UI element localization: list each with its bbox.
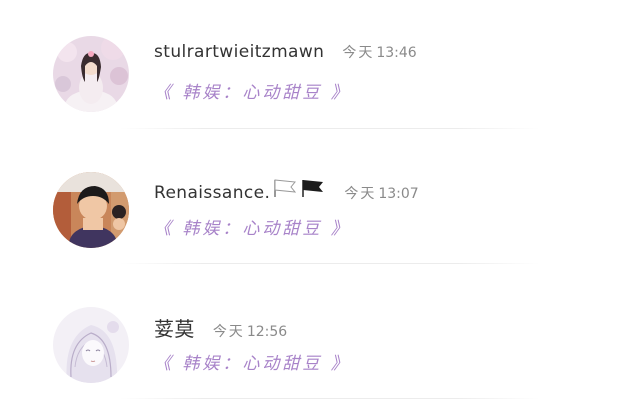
timestamp: 13:07 bbox=[378, 186, 419, 202]
user-avatar[interactable] bbox=[53, 172, 129, 248]
entry-header: 荽莫 今天 12:56 bbox=[154, 313, 287, 342]
username[interactable]: stulrartwieitzmawn bbox=[154, 42, 324, 62]
divider bbox=[120, 398, 540, 399]
entry-header: Renaissance. 今天 13:07 bbox=[154, 178, 419, 203]
date-label: 今天 bbox=[212, 324, 245, 340]
boy-selfie-avatar bbox=[53, 172, 129, 248]
girl-in-floral-garden-avatar bbox=[53, 36, 129, 112]
feed-entry: Renaissance. 今天 13:07 《 韩娱：心动甜豆 》 bbox=[0, 136, 640, 248]
feed-entry: 荽莫 今天 12:56 《 韩娱：心动甜豆 》 bbox=[0, 271, 640, 383]
date-label: 今天 bbox=[342, 45, 375, 61]
username[interactable]: Renaissance. bbox=[154, 183, 270, 203]
comment-feed: stulrartwieitzmawn 今天 13:46 《 韩娱：心动甜豆 》 … bbox=[0, 0, 640, 402]
date-label: 今天 bbox=[344, 186, 377, 202]
entry-header: stulrartwieitzmawn 今天 13:46 bbox=[154, 42, 417, 62]
black-flag-icon bbox=[302, 180, 324, 197]
group-link[interactable]: 《 韩娱：心动甜豆 》 bbox=[154, 78, 351, 103]
timestamp: 13:46 bbox=[376, 45, 417, 61]
user-avatar[interactable] bbox=[53, 36, 129, 112]
group-link[interactable]: 《 韩娱：心动甜豆 》 bbox=[154, 214, 351, 239]
white-flag-icon bbox=[274, 179, 297, 197]
group-link[interactable]: 《 韩娱：心动甜豆 》 bbox=[154, 349, 351, 374]
username[interactable]: 荽莫 bbox=[154, 313, 195, 342]
anime-sketch-girl-avatar bbox=[53, 307, 129, 383]
user-avatar[interactable] bbox=[53, 307, 129, 383]
feed-entry: stulrartwieitzmawn 今天 13:46 《 韩娱：心动甜豆 》 bbox=[0, 0, 640, 112]
divider bbox=[120, 263, 540, 264]
divider bbox=[120, 128, 540, 129]
timestamp: 12:56 bbox=[246, 324, 288, 340]
